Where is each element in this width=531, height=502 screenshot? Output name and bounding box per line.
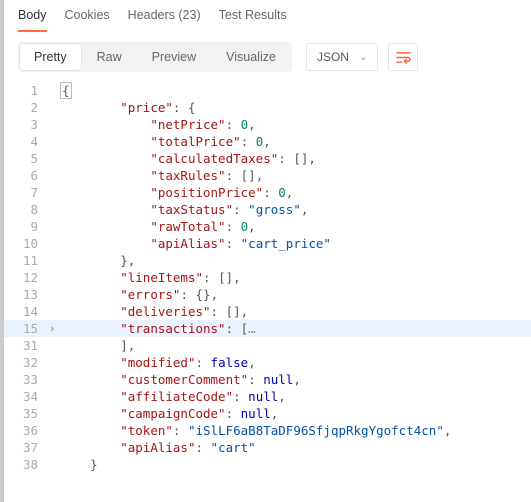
line-number: 32	[10, 354, 44, 371]
format-dropdown[interactable]: JSON ⌄	[306, 43, 378, 71]
body-toolbar: Pretty Raw Preview Visualize JSON ⌄	[4, 32, 531, 82]
line-number: 14	[10, 303, 44, 320]
response-body-code[interactable]: 1{ 2 "price": { 3 "netPrice": 0, 4 "tota…	[4, 82, 531, 473]
tab-test-results[interactable]: Test Results	[219, 8, 287, 32]
line-number: 37	[10, 439, 44, 456]
line-number: 11	[10, 252, 44, 269]
line-number: 34	[10, 388, 44, 405]
view-mode-group: Pretty Raw Preview Visualize	[18, 42, 292, 72]
line-number: 35	[10, 405, 44, 422]
line-number: 15	[10, 320, 44, 337]
line-number: 9	[10, 218, 44, 235]
response-tabs: Body Cookies Headers (23) Test Results	[4, 0, 531, 32]
line-number: 10	[10, 235, 44, 252]
line-number: 2	[10, 99, 44, 116]
chevron-down-icon: ⌄	[359, 52, 367, 63]
line-number: 6	[10, 167, 44, 184]
line-number: 3	[10, 116, 44, 133]
line-number: 38	[10, 456, 44, 473]
wrap-lines-icon	[396, 51, 411, 64]
line-number: 13	[10, 286, 44, 303]
tab-cookies[interactable]: Cookies	[65, 8, 110, 32]
format-label: JSON	[317, 50, 349, 64]
line-number: 4	[10, 133, 44, 150]
line-number: 5	[10, 150, 44, 167]
line-number: 8	[10, 201, 44, 218]
line-number: 31	[10, 337, 44, 354]
line-number: 33	[10, 371, 44, 388]
view-pretty[interactable]: Pretty	[20, 44, 81, 70]
line-number: 36	[10, 422, 44, 439]
tab-headers[interactable]: Headers (23)	[128, 8, 201, 32]
view-visualize[interactable]: Visualize	[212, 44, 290, 70]
view-preview[interactable]: Preview	[138, 44, 210, 70]
tab-body[interactable]: Body	[18, 8, 47, 32]
fold-arrow-icon[interactable]: ›	[44, 320, 60, 337]
line-number: 1	[10, 82, 44, 99]
wrap-lines-button[interactable]	[388, 43, 418, 71]
line-number: 12	[10, 269, 44, 286]
line-number: 7	[10, 184, 44, 201]
view-raw[interactable]: Raw	[83, 44, 136, 70]
